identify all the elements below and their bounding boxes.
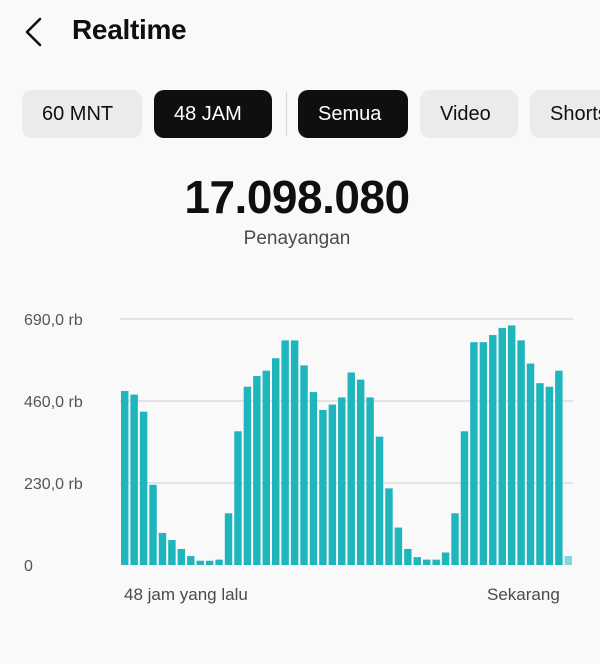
bar[interactable] (196, 560, 204, 565)
bar[interactable] (319, 409, 327, 565)
x-axis-end-label: Sekarang (487, 585, 560, 604)
bar[interactable] (309, 392, 318, 565)
y-tick-label: 230,0 rb (24, 476, 83, 493)
bar[interactable] (404, 548, 412, 565)
bar[interactable] (498, 327, 506, 565)
y-tick-label: 0 (24, 558, 33, 575)
y-tick-label: 460,0 rb (24, 394, 83, 411)
bar[interactable] (536, 383, 544, 565)
bar[interactable] (347, 372, 355, 565)
bar[interactable] (130, 394, 138, 565)
bar[interactable] (479, 342, 488, 565)
bar[interactable] (470, 342, 478, 565)
views-total: 17.098.080 (184, 171, 410, 223)
bar[interactable] (526, 363, 535, 565)
bar[interactable] (413, 557, 421, 565)
filter-chip-bar: 60 MNT 48 JAM Semua Video Shorts (0, 88, 600, 140)
bar[interactable] (281, 340, 289, 565)
chevron-left-icon (25, 17, 42, 47)
chip-60-min[interactable]: 60 MNT (22, 90, 142, 138)
bar[interactable] (432, 559, 440, 565)
page-title: Realtime (72, 14, 187, 45)
bar[interactable] (177, 548, 186, 565)
chip-48-hours[interactable]: 48 JAM (154, 90, 272, 138)
realtime-views-chart: 690,0 rb 460,0 rb 230,0 rb 0 (24, 312, 573, 575)
header: Realtime (0, 0, 600, 64)
bar[interactable] (243, 386, 252, 565)
bar[interactable] (290, 340, 299, 565)
bar[interactable] (328, 404, 337, 565)
bar[interactable] (139, 411, 148, 565)
y-tick-label: 690,0 rb (24, 312, 83, 329)
bar[interactable] (253, 376, 261, 565)
bar[interactable] (262, 370, 270, 565)
chip-video[interactable]: Video (420, 90, 518, 138)
bar[interactable] (205, 560, 214, 565)
bar[interactable] (356, 379, 365, 565)
bar[interactable] (555, 370, 563, 565)
x-axis-start-label: 48 jam yang lalu (124, 585, 248, 604)
bar[interactable] (215, 559, 223, 565)
bar[interactable] (272, 358, 280, 565)
bar[interactable] (385, 488, 393, 565)
bar[interactable] (517, 340, 525, 565)
bar[interactable] (224, 513, 233, 565)
bar[interactable] (507, 325, 516, 565)
bar[interactable] (168, 540, 176, 565)
views-label: Penayangan (243, 228, 351, 249)
bar-current[interactable] (564, 556, 572, 565)
chip-divider (286, 92, 287, 136)
bar[interactable] (187, 556, 195, 565)
bar[interactable] (451, 513, 459, 565)
bar[interactable] (149, 484, 157, 565)
bar[interactable] (375, 436, 384, 565)
bar[interactable] (121, 391, 129, 565)
bar[interactable] (366, 397, 374, 565)
chip-all[interactable]: Semua (298, 90, 408, 138)
bar[interactable] (460, 431, 469, 565)
chip-shorts[interactable]: Shorts (530, 90, 600, 138)
bar[interactable] (338, 397, 346, 565)
bar[interactable] (158, 532, 167, 565)
bar[interactable] (300, 365, 308, 565)
bar[interactable] (489, 335, 497, 565)
bar[interactable] (441, 552, 450, 565)
back-button[interactable] (18, 14, 54, 50)
bar[interactable] (394, 527, 403, 565)
bar[interactable] (234, 431, 242, 565)
bar[interactable] (545, 386, 554, 565)
bar[interactable] (423, 559, 431, 565)
